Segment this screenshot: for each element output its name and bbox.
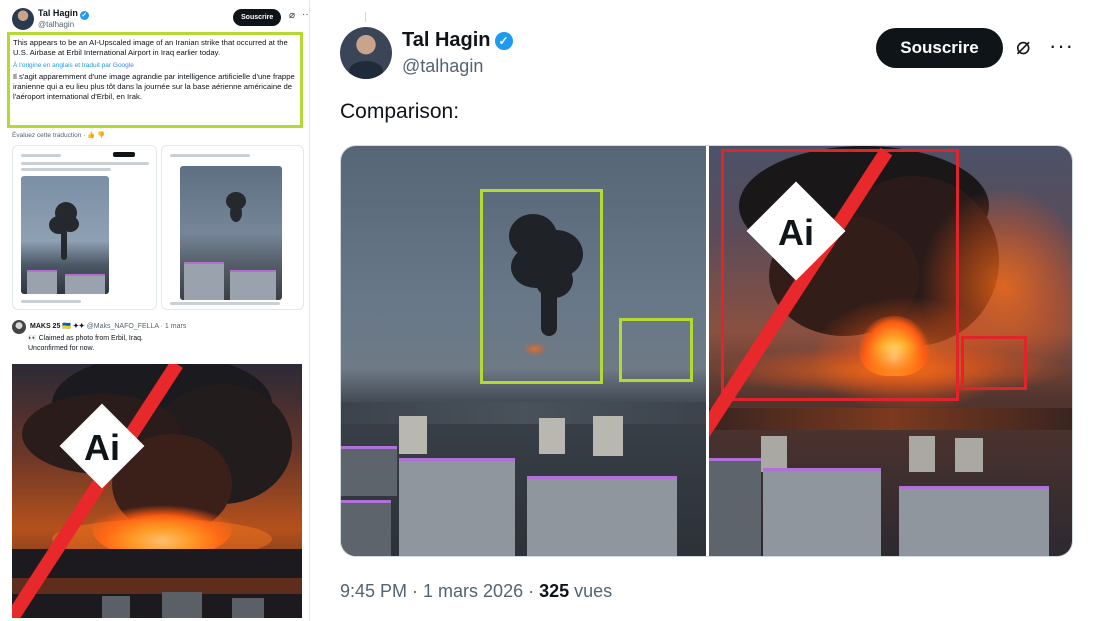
subscribe-button[interactable]: Souscrire bbox=[876, 28, 1003, 68]
grok-icon[interactable]: ⌀ bbox=[1016, 32, 1030, 61]
ai-label: Ai bbox=[84, 427, 120, 468]
original-photo[interactable] bbox=[341, 146, 706, 556]
post-text: Comparison: bbox=[340, 100, 460, 123]
more-options-icon[interactable]: ··· bbox=[302, 9, 309, 20]
ai-upscaled-image[interactable]: Ai bbox=[709, 146, 1072, 556]
quoted-image[interactable] bbox=[180, 166, 282, 300]
thread-connector bbox=[365, 12, 366, 22]
views-count: 325 bbox=[539, 581, 570, 601]
thumb-icons[interactable]: 👍 👎 bbox=[87, 132, 105, 139]
second-tweet-avatar[interactable] bbox=[12, 320, 26, 334]
post-media[interactable]: Ai bbox=[340, 145, 1073, 557]
quoted-tweets bbox=[12, 145, 304, 310]
ai-fire-image[interactable]: Ai bbox=[12, 364, 302, 618]
highlight-smoke-original bbox=[480, 189, 603, 384]
author-avatar[interactable] bbox=[340, 27, 392, 79]
rate-translation[interactable]: Évaluez cette traduction · 👍 👎 bbox=[12, 131, 105, 139]
translated-tweet-text: This appears to be an AI-Upscaled image … bbox=[7, 32, 303, 128]
post-timestamp[interactable]: 9:45 PM · 1 mars 2026 · bbox=[340, 581, 539, 601]
second-tweet[interactable]: MAKS 25 🇺🇦 ✦✦ @Maks_NAFO_FELLA · 1 mars … bbox=[12, 318, 304, 366]
left-author-handle[interactable]: @talhagin bbox=[38, 20, 74, 29]
verified-badge-icon: ✓ bbox=[79, 11, 89, 20]
translation-text: Il s'agit apparemment d'une image agrand… bbox=[13, 71, 295, 102]
second-tweet-author[interactable]: MAKS 25 🇺🇦 ✦✦ @Maks_NAFO_FELLA · 1 mars bbox=[30, 322, 186, 330]
highlight-detail-ai bbox=[961, 336, 1027, 390]
original-text: This appears to be an AI-Upscaled image … bbox=[13, 38, 288, 58]
verified-badge-icon: ✓ bbox=[494, 32, 513, 50]
grok-icon[interactable]: ⌀ bbox=[289, 10, 295, 21]
left-author-name[interactable]: Tal Hagin ✓ bbox=[38, 8, 89, 20]
post-meta: 9:45 PM · 1 mars 2026 · 325 vues bbox=[340, 581, 612, 602]
left-subscribe-button[interactable]: Souscrire bbox=[233, 9, 282, 26]
author-handle[interactable]: @talhagin bbox=[402, 56, 483, 77]
left-author-avatar[interactable] bbox=[12, 8, 34, 30]
quoted-tweet-card[interactable] bbox=[12, 145, 157, 310]
second-tweet-text: 👀 Claimed as photo from Erbil, Iraq. Unc… bbox=[28, 335, 143, 352]
translation-source-link[interactable]: À l'origine en anglais et traduit par Go… bbox=[13, 61, 297, 71]
highlight-detail-original bbox=[619, 318, 693, 382]
left-screenshot-panel: Tal Hagin✓ @talhagin Souscrire ⌀ ··· Thi… bbox=[0, 0, 310, 621]
quoted-image[interactable] bbox=[21, 176, 109, 294]
author-name[interactable]: Tal Hagin ✓ bbox=[402, 29, 513, 52]
quoted-tweet-card[interactable] bbox=[161, 145, 304, 310]
more-options-icon[interactable]: ··· bbox=[1049, 33, 1074, 59]
main-post: Tal Hagin ✓ @talhagin Souscrire ⌀ ··· Com… bbox=[318, 0, 1100, 621]
ai-label: Ai bbox=[778, 212, 814, 253]
views-label: vues bbox=[569, 581, 613, 601]
